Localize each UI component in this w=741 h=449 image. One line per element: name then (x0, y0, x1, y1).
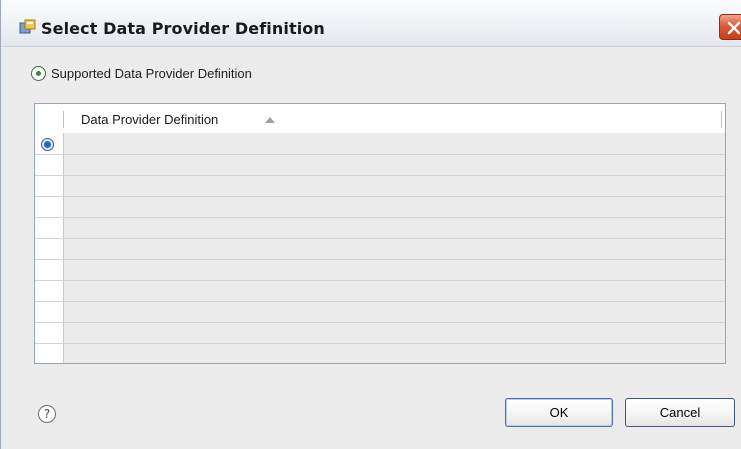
table-row[interactable] (35, 280, 725, 281)
supported-definition-label[interactable]: Supported Data Provider Definition (51, 66, 252, 82)
table-body (35, 133, 725, 363)
table-row[interactable] (35, 175, 725, 176)
radio-selected-dot (36, 71, 41, 76)
title-bar[interactable]: Select Data Provider Definition (1, 0, 741, 47)
row-select-radio[interactable] (41, 138, 54, 151)
table-row[interactable] (35, 196, 725, 197)
table-row[interactable] (35, 322, 725, 323)
row-radio-selected-dot (44, 141, 51, 148)
column-header-definition[interactable]: Data Provider Definition (81, 112, 218, 127)
sort-ascending-icon[interactable] (264, 116, 276, 124)
row-selector-column (35, 133, 64, 363)
data-provider-app-icon (19, 19, 36, 34)
table-row[interactable] (35, 259, 725, 260)
table-row[interactable] (35, 343, 725, 344)
table-row[interactable] (35, 238, 725, 239)
header-divider (63, 111, 64, 128)
ok-button[interactable]: OK (505, 398, 613, 427)
cancel-button[interactable]: Cancel (625, 398, 735, 427)
definition-table: Data Provider Definition (34, 103, 726, 364)
close-button[interactable] (719, 14, 741, 40)
table-row[interactable] (35, 301, 725, 302)
close-icon (727, 21, 741, 35)
dialog-title: Select Data Provider Definition (41, 19, 325, 38)
dialog-window: Select Data Provider Definition Supporte… (0, 0, 741, 449)
table-row[interactable] (35, 217, 725, 218)
table-header: Data Provider Definition (35, 104, 725, 133)
header-divider (721, 111, 722, 128)
table-row[interactable] (35, 154, 725, 155)
help-icon[interactable]: ? (38, 405, 56, 423)
supported-definition-radio[interactable] (31, 66, 46, 81)
